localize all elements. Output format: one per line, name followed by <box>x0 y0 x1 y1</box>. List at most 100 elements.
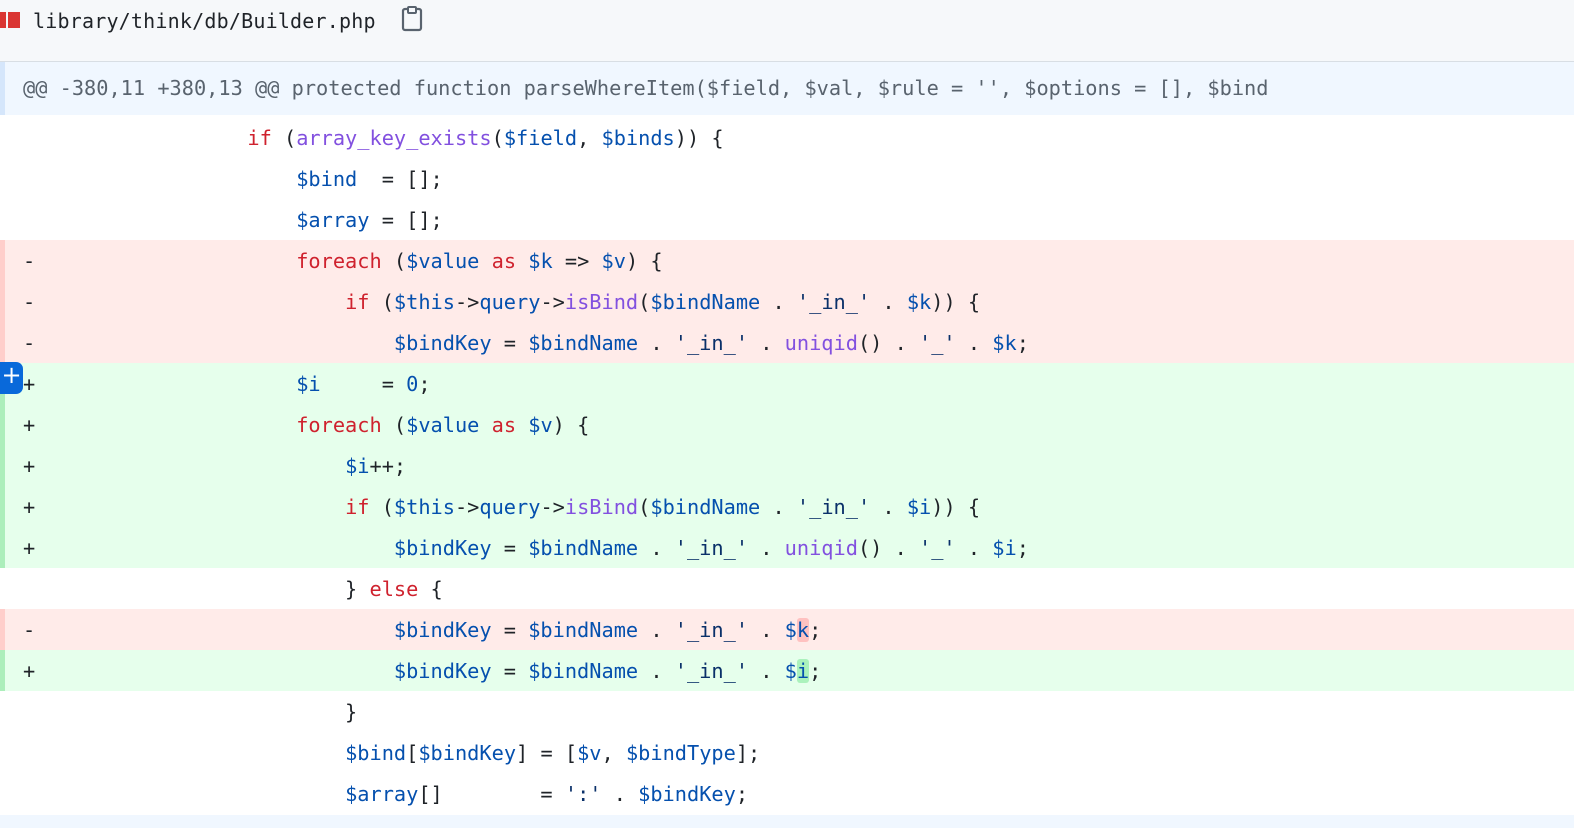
variable-token: $v <box>601 249 626 273</box>
string-token: ':' <box>564 782 602 806</box>
diff-lines: if (array_key_exists($field, $binds)) { … <box>0 117 1574 814</box>
next-hunk-header[interactable] <box>0 815 1574 828</box>
variable-token: $k <box>992 331 1017 355</box>
plain-token: , <box>577 126 602 150</box>
plain-token: = <box>491 659 529 683</box>
diffstat-bar <box>0 12 20 28</box>
plain-token: ( <box>369 290 394 314</box>
plain-token: ; <box>418 372 431 396</box>
context-line[interactable]: $array[] = ':' . $bindKey; <box>0 773 1574 814</box>
keyword-token: as <box>491 413 517 437</box>
plain-token: ] = [ <box>516 741 578 765</box>
variable-token: $bindName <box>528 331 639 355</box>
plain-token: -> <box>454 495 480 519</box>
variable-token: $bindKey <box>393 618 492 642</box>
variable-token: $bindKey <box>393 659 492 683</box>
plain-token: = <box>320 372 407 396</box>
context-line[interactable]: } else { <box>0 568 1574 609</box>
code-text: foreach ($value as $v) { <box>52 413 589 437</box>
code-text: foreach ($value as $k => $v) { <box>52 249 663 273</box>
plain-token: . <box>638 618 675 642</box>
changed-variable-token: i <box>796 659 810 683</box>
keyword-token: as <box>491 249 517 273</box>
variable-token: $v <box>577 741 602 765</box>
added-line[interactable]: + if ($this->query->isBind($bindName . '… <box>0 486 1574 527</box>
plain-token: () . <box>857 536 919 560</box>
plain-token: ( <box>638 495 651 519</box>
keyword-token: if <box>345 495 370 519</box>
plain-token: [ <box>406 741 419 765</box>
plain-token: ( <box>381 249 407 273</box>
variable-token: $field <box>503 126 578 150</box>
variable-token: $i <box>345 454 370 478</box>
plain-token: . <box>748 659 785 683</box>
variable-token: $this <box>393 290 455 314</box>
plain-token: ; <box>1016 536 1029 560</box>
deleted-line[interactable]: - $bindKey = $bindName . '_in_' . uniqid… <box>0 322 1574 363</box>
added-line[interactable]: + $bindKey = $bindName . '_in_' . $i; <box>0 650 1574 691</box>
plain-token: = []; <box>357 167 443 191</box>
add-comment-button[interactable]: + <box>0 362 23 394</box>
code-text: $i++; <box>52 454 406 478</box>
plain-token: } <box>52 577 370 601</box>
context-line[interactable]: $bind[$bindKey] = [$v, $bindType]; <box>0 732 1574 773</box>
variable-token: $bindType <box>625 741 736 765</box>
deleted-line[interactable]: - $bindKey = $bindName . '_in_' . $k; <box>0 609 1574 650</box>
deleted-line[interactable]: - if ($this->query->isBind($bindName . '… <box>0 281 1574 322</box>
diff-marker: - <box>23 618 36 642</box>
variable-token: $bindKey <box>638 782 736 806</box>
variable-token: $value <box>406 413 480 437</box>
string-token: '_' <box>919 536 956 560</box>
context-line[interactable]: $array = []; <box>0 199 1574 240</box>
code-text: } else { <box>52 577 443 601</box>
plain-token: )) { <box>674 126 724 150</box>
hunk-header-text: @@ -380,11 +380,13 @@ protected function… <box>23 76 1269 100</box>
context-line[interactable]: } <box>0 691 1574 732</box>
plain-token: => <box>552 249 602 273</box>
keyword-token: else <box>369 577 419 601</box>
string-token: '_in_' <box>674 536 749 560</box>
function-token: isBind <box>564 495 639 519</box>
variable-token: $this <box>393 495 455 519</box>
variable-token: $array <box>296 208 370 232</box>
plain-token: . <box>955 536 993 560</box>
plain-token: = <box>491 618 529 642</box>
plain-token: ) { <box>625 249 663 273</box>
context-line[interactable]: $bind = []; <box>0 158 1574 199</box>
copy-clipboard-icon[interactable] <box>401 6 423 32</box>
variable-token: $i <box>906 495 932 519</box>
file-name[interactable]: library/think/db/Builder.php <box>33 9 376 33</box>
added-line[interactable]: + $i++; <box>0 445 1574 486</box>
diff-marker: - <box>23 331 36 355</box>
added-line[interactable]: + foreach ($value as $v) { <box>0 404 1574 445</box>
plain-token: } <box>52 700 358 724</box>
function-token: array_key_exists <box>296 126 492 150</box>
diff-marker: - <box>23 249 36 273</box>
added-line[interactable]: + $i = 0; <box>0 363 1574 404</box>
diff-marker: + <box>23 372 36 396</box>
function-token: uniqid <box>784 536 858 560</box>
code-text: $bindKey = $bindName . '_in_' . uniqid()… <box>52 536 1029 560</box>
variable-token: $bindName <box>650 495 761 519</box>
plain-token: ( <box>381 413 407 437</box>
code-text: $bind[$bindKey] = [$v, $bindType]; <box>52 741 760 765</box>
plain-token: { <box>418 577 443 601</box>
number-token: 0 <box>406 372 419 396</box>
variable-token: $i <box>296 372 321 396</box>
context-line[interactable]: if (array_key_exists($field, $binds)) { <box>0 117 1574 158</box>
variable-token: $ <box>784 659 797 683</box>
code-text: $i = 0; <box>52 372 431 396</box>
code-text: $bind = []; <box>52 167 443 191</box>
code-text: $array = []; <box>52 208 443 232</box>
added-line[interactable]: + $bindKey = $bindName . '_in_' . uniqid… <box>0 527 1574 568</box>
deleted-line[interactable]: - foreach ($value as $k => $v) { <box>0 240 1574 281</box>
plain-token: ( <box>638 290 651 314</box>
hunk-header[interactable]: @@ -380,11 +380,13 @@ protected function… <box>0 62 1574 115</box>
function-token: isBind <box>564 290 639 314</box>
